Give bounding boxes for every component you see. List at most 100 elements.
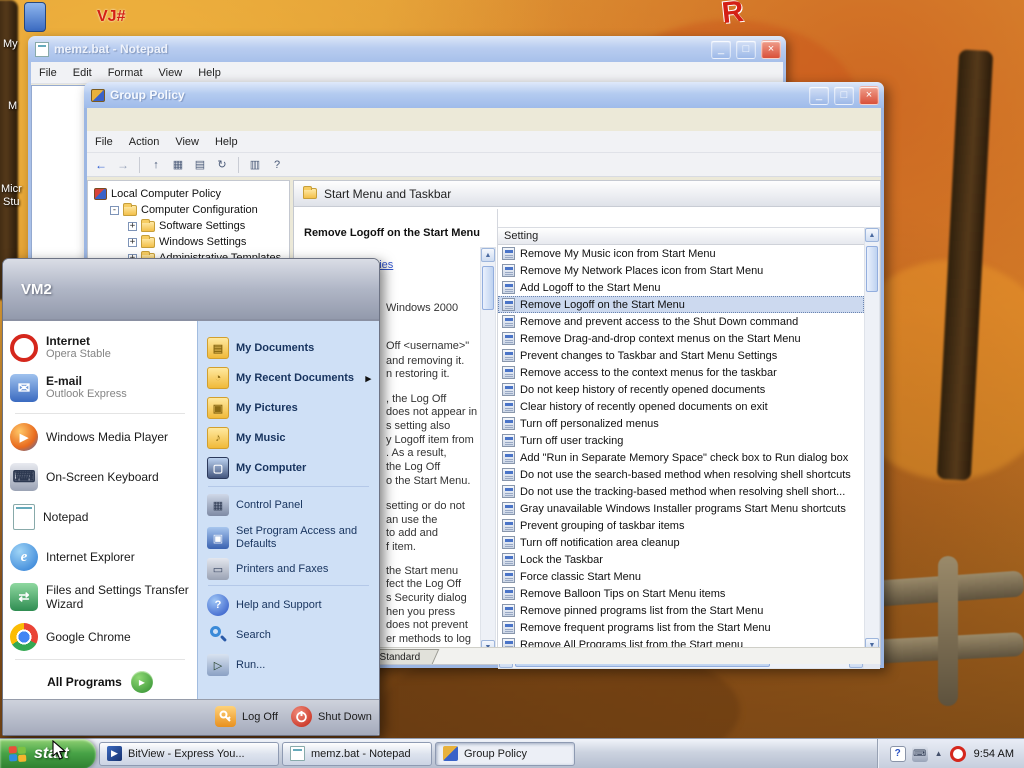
setting-row[interactable]: Gray unavailable Windows Installer progr… [498, 500, 864, 517]
setting-row[interactable]: Remove access to the context menus for t… [498, 364, 864, 381]
taskbar-task-group-policy[interactable]: Group Policy [435, 741, 575, 766]
group-policy-titlebar[interactable]: Group Policy _ □ × [84, 82, 884, 108]
tree-item-windows-settings[interactable]: + Windows Settings [88, 234, 289, 250]
start-item-help-and-support[interactable]: ? Help and Support [207, 591, 373, 619]
setting-row[interactable]: Add Logoff to the Start Menu [498, 279, 864, 296]
start-item-my-documents[interactable]: ▤ My Documents [207, 334, 373, 362]
tray-hidden-icons-icon[interactable]: ▲ [934, 746, 944, 762]
menu-action[interactable]: Action [121, 131, 168, 153]
notepad-titlebar[interactable]: memz.bat - Notepad _ □ × [28, 36, 786, 62]
start-item-control-panel[interactable]: ▦ Control Panel [207, 491, 373, 519]
scroll-up-icon[interactable]: ▲ [865, 228, 879, 242]
setting-row[interactable]: Clear history of recently opened documen… [498, 398, 864, 415]
taskbar-clock[interactable]: 9:54 AM [974, 748, 1014, 760]
desktop-icon-label[interactable]: Stu [3, 196, 20, 208]
close-button[interactable]: × [761, 39, 781, 59]
refresh-icon[interactable]: ↻ [212, 155, 232, 175]
setting-row[interactable]: Prevent changes to Taskbar and Start Men… [498, 347, 864, 364]
setting-row[interactable]: Remove Balloon Tips on Start Menu items [498, 585, 864, 602]
setting-row[interactable]: Turn off personalized menus [498, 415, 864, 432]
minimize-button[interactable]: _ [711, 39, 731, 59]
export-list-icon[interactable]: ▥ [245, 155, 265, 175]
setting-row[interactable]: Force classic Start Menu [498, 568, 864, 585]
start-item-internet-explorer[interactable]: e Internet Explorer [10, 541, 193, 573]
start-item-my-computer[interactable]: ▢ My Computer [207, 454, 373, 482]
description-scrollbar[interactable]: ▲ ▼ [480, 247, 496, 647]
setting-row[interactable]: Remove My Music icon from Start Menu [498, 245, 864, 262]
tray-opera-icon[interactable] [949, 745, 966, 762]
start-item-files-settings-transfer-wizard[interactable]: ⇄ Files and Settings Transfer Wizard [10, 577, 193, 617]
menu-help[interactable]: Help [190, 62, 229, 84]
setting-row[interactable]: Do not keep history of recently opened d… [498, 381, 864, 398]
setting-row[interactable]: Add "Run in Separate Memory Space" check… [498, 449, 864, 466]
desktop-icon[interactable] [24, 2, 46, 32]
setting-row[interactable]: Prevent grouping of taskbar items [498, 517, 864, 534]
shut-down-button[interactable]: Shut Down [291, 706, 372, 727]
tree-item-computer-configuration[interactable]: - Computer Configuration [88, 202, 289, 218]
scrollbar-thumb[interactable] [482, 266, 494, 310]
setting-column-header[interactable]: Setting [498, 227, 864, 245]
collapse-icon[interactable]: - [110, 205, 119, 215]
start-item-on-screen-keyboard[interactable]: ⌨ On-Screen Keyboard [10, 461, 193, 493]
desktop-icon-label[interactable]: My [3, 38, 18, 50]
tree-item-local-computer-policy[interactable]: Local Computer Policy [88, 186, 289, 202]
start-item-google-chrome[interactable]: Google Chrome [10, 621, 193, 653]
start-item-my-pictures[interactable]: ▣ My Pictures [207, 394, 373, 422]
setting-row[interactable]: Lock the Taskbar [498, 551, 864, 568]
start-item-set-program-access[interactable]: ▣ Set Program Access and Defaults [207, 519, 373, 557]
setting-row-selected[interactable]: Remove Logoff on the Start Menu [498, 296, 864, 313]
setting-row[interactable]: Do not use the tracking-based method whe… [498, 483, 864, 500]
scrollbar-thumb[interactable] [866, 246, 878, 292]
setting-row[interactable]: Remove frequent programs list from the S… [498, 619, 864, 636]
forward-icon[interactable]: → [113, 155, 133, 175]
setting-row[interactable]: Turn off notification area cleanup [498, 534, 864, 551]
start-item-internet[interactable]: Internet Opera Stable [10, 329, 193, 367]
setting-row[interactable]: Remove Drag-and-drop context menus on th… [498, 330, 864, 347]
desktop-icon-label[interactable]: M [8, 100, 17, 112]
menu-file[interactable]: File [87, 131, 121, 153]
show-console-tree-icon[interactable]: ▦ [168, 155, 188, 175]
start-item-run[interactable]: ▷ Run... [207, 651, 373, 679]
expand-icon[interactable]: + [128, 237, 137, 247]
tray-device-icon[interactable]: ⌨ [911, 745, 928, 762]
taskbar-task-bitview[interactable]: ▶ BitView - Express You... [99, 741, 279, 766]
menu-view[interactable]: View [167, 131, 207, 153]
setting-row[interactable]: Remove My Network Places icon from Start… [498, 262, 864, 279]
start-item-windows-media-player[interactable]: ▶ Windows Media Player [10, 421, 193, 453]
properties-icon[interactable]: ▤ [190, 155, 210, 175]
desktop-icon-roblox[interactable]: R [720, 0, 745, 31]
maximize-button[interactable]: □ [736, 39, 756, 59]
setting-row[interactable]: Do not use the search-based method when … [498, 466, 864, 483]
expand-icon[interactable]: + [128, 221, 137, 231]
start-button[interactable]: start [0, 738, 96, 768]
maximize-button[interactable]: □ [834, 85, 854, 105]
menu-edit[interactable]: Edit [65, 62, 100, 84]
close-button[interactable]: × [859, 85, 879, 105]
minimize-button[interactable]: _ [809, 85, 829, 105]
setting-row[interactable]: Remove pinned programs list from the Sta… [498, 602, 864, 619]
up-one-level-icon[interactable]: ↑ [146, 155, 166, 175]
setting-row[interactable]: Turn off user tracking [498, 432, 864, 449]
help-icon[interactable]: ? [267, 155, 287, 175]
start-item-my-music[interactable]: ♪ My Music [207, 424, 373, 452]
start-item-printers-and-faxes[interactable]: ▭ Printers and Faxes [207, 555, 373, 583]
menu-file[interactable]: File [31, 62, 65, 84]
start-item-my-recent-documents[interactable]: ◔ My Recent Documents ▸ [207, 364, 373, 392]
menu-view[interactable]: View [151, 62, 191, 84]
settings-vertical-scrollbar[interactable]: ▲ ▼ [864, 227, 880, 653]
start-item-email[interactable]: ✉ E-mail Outlook Express [10, 369, 193, 407]
menu-help[interactable]: Help [207, 131, 246, 153]
tree-item-software-settings[interactable]: + Software Settings [88, 218, 289, 234]
desktop-icon-label[interactable]: Micr [1, 183, 22, 195]
scroll-down-icon[interactable]: ▼ [481, 640, 495, 647]
taskbar-task-notepad[interactable]: memz.bat - Notepad [282, 741, 432, 766]
tray-help-icon[interactable]: ? [889, 745, 906, 762]
all-programs-button[interactable]: All Programs ▸ [3, 667, 197, 697]
scroll-up-icon[interactable]: ▲ [481, 248, 495, 262]
desktop-icon-vj[interactable]: VJ# [97, 8, 125, 26]
start-item-notepad[interactable]: Notepad [10, 501, 193, 533]
back-icon[interactable]: ← [91, 155, 111, 175]
log-off-button[interactable]: Log Off [215, 706, 278, 727]
setting-row[interactable]: Remove and prevent access to the Shut Do… [498, 313, 864, 330]
start-item-search[interactable]: Search [207, 621, 373, 649]
